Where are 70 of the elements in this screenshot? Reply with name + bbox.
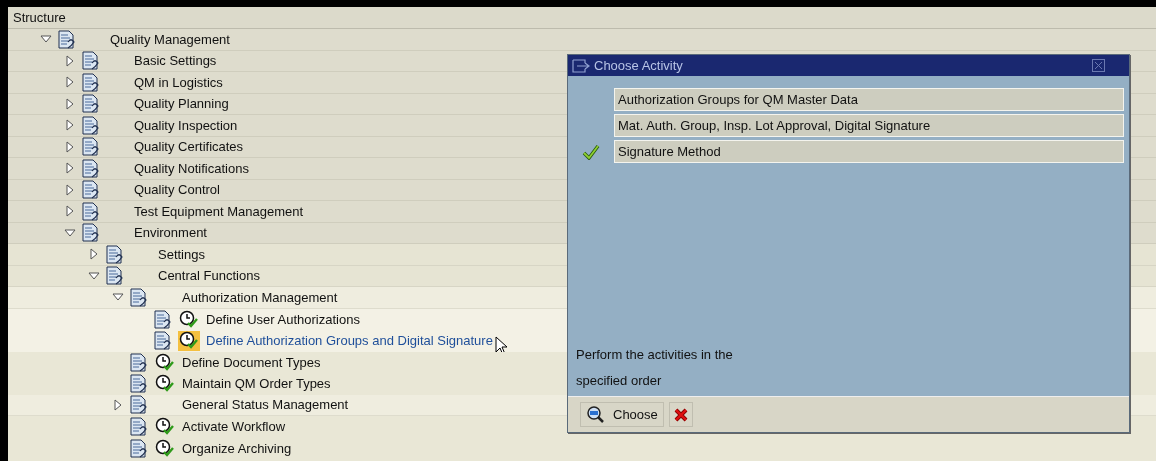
activity-option[interactable]: Mat. Auth. Group, Insp. Lot Approval, Digital Signature (614, 114, 1124, 137)
document-icon (82, 51, 100, 71)
expand-triangle-icon[interactable] (64, 162, 76, 175)
column-header: Structure (13, 8, 66, 27)
clock-check-icon[interactable] (154, 373, 176, 394)
tree-item[interactable]: Environment (134, 223, 207, 243)
clock-check-icon[interactable] (178, 309, 200, 330)
expand-triangle-icon[interactable] (64, 97, 76, 110)
collapse-triangle-icon[interactable] (64, 226, 76, 239)
document-icon (154, 331, 172, 351)
choose-button[interactable]: Choose (580, 402, 664, 427)
cancel-icon (673, 407, 688, 422)
instruction-text: specified order (576, 371, 663, 390)
document-icon (82, 137, 100, 157)
tree-item[interactable]: Define User Authorizations (206, 309, 360, 329)
document-icon (82, 201, 100, 221)
tree-item[interactable]: Quality Notifications (134, 158, 249, 178)
dialog-title: Choose Activity (594, 56, 684, 75)
tree-item[interactable]: Basic Settings (134, 51, 217, 71)
tree-item[interactable]: Authorization Management (182, 287, 338, 307)
tree-item[interactable]: QM in Logistics (134, 72, 223, 92)
activity-option[interactable]: Authorization Groups for QM Master Data (614, 88, 1124, 111)
document-icon (154, 309, 172, 329)
expand-triangle-icon[interactable] (112, 398, 124, 411)
tree-item[interactable]: Quality Management (110, 29, 230, 49)
document-icon (106, 244, 124, 264)
document-icon (130, 395, 148, 415)
expand-triangle-icon[interactable] (64, 119, 76, 132)
clock-check-icon[interactable] (178, 330, 200, 351)
tree-item[interactable]: Quality Control (134, 180, 220, 200)
activity-option[interactable]: Signature Method (614, 140, 1124, 163)
collapse-triangle-icon[interactable] (88, 269, 100, 282)
cancel-button[interactable] (668, 402, 693, 427)
expand-triangle-icon[interactable] (88, 248, 100, 261)
document-icon (82, 180, 100, 200)
magnifier-icon (586, 405, 605, 424)
document-icon (130, 438, 148, 458)
tree-item[interactable]: Central Functions (158, 266, 260, 286)
document-icon (106, 266, 124, 286)
clock-check-icon[interactable] (154, 352, 176, 373)
document-icon (82, 94, 100, 114)
document-icon (82, 223, 100, 243)
document-icon (130, 417, 148, 437)
dialog-icon (572, 58, 590, 73)
expand-triangle-icon[interactable] (64, 76, 76, 89)
clock-check-icon[interactable] (154, 416, 176, 437)
tree-item[interactable]: Quality Inspection (134, 115, 238, 135)
tree-item[interactable]: Maintain QM Order Types (182, 374, 331, 394)
tree-item[interactable]: General Status Management (182, 395, 349, 415)
expand-triangle-icon[interactable] (64, 183, 76, 196)
tree-item[interactable]: Test Equipment Management (134, 201, 304, 221)
close-icon[interactable] (1092, 59, 1105, 72)
expand-triangle-icon[interactable] (64, 205, 76, 218)
tree-item[interactable]: Quality Certificates (134, 137, 244, 157)
clock-check-icon[interactable] (154, 438, 176, 459)
tree-item[interactable]: Define Document Types (182, 352, 321, 372)
document-icon (58, 29, 76, 49)
expand-triangle-icon[interactable] (64, 140, 76, 153)
tree-item[interactable]: Organize Archiving (182, 438, 292, 458)
tree-item[interactable]: Quality Planning (134, 94, 229, 114)
expand-triangle-icon[interactable] (64, 54, 76, 67)
instruction-text: Perform the activities in the (576, 346, 734, 364)
tree-item[interactable]: Settings (158, 244, 205, 264)
document-icon (82, 158, 100, 178)
document-icon (82, 72, 100, 92)
document-icon (130, 374, 148, 394)
document-icon (130, 287, 148, 307)
document-icon (130, 352, 148, 372)
document-icon (82, 115, 100, 135)
tree-item[interactable]: Activate Workflow (182, 417, 286, 437)
